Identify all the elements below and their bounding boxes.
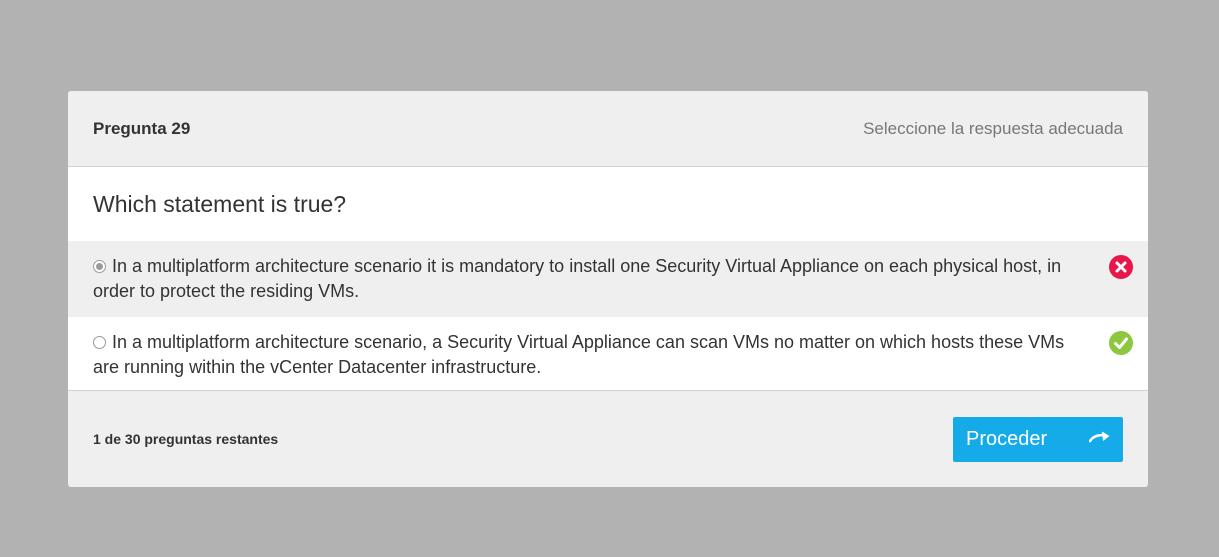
answer-option-1[interactable]: In a multiplatform architecture scenario…: [68, 241, 1148, 317]
arrow-right-icon: [1088, 428, 1111, 451]
question-text: Which statement is true?: [93, 190, 347, 217]
question-header: Pregunta 29 Seleccione la respuesta adec…: [68, 91, 1148, 167]
check-circle-icon: [1109, 331, 1133, 355]
radio-button-selected[interactable]: [93, 260, 106, 273]
question-card: Pregunta 29 Seleccione la respuesta adec…: [68, 91, 1148, 487]
proceed-button[interactable]: Proceder: [953, 416, 1123, 462]
question-number: Pregunta 29: [93, 118, 191, 138]
answer-option-text: In a multiplatform architecture scenario…: [93, 256, 1062, 301]
remaining-questions: 1 de 30 preguntas restantes: [93, 431, 279, 447]
question-footer: 1 de 30 preguntas restantes Proceder: [68, 391, 1148, 487]
proceed-label: Proceder: [966, 427, 1048, 450]
answer-option-text: In a multiplatform architecture scenario…: [93, 332, 1065, 377]
x-circle-icon: [1109, 255, 1133, 279]
answer-option-2[interactable]: In a multiplatform architecture scenario…: [68, 317, 1148, 391]
radio-button[interactable]: [93, 336, 106, 349]
question-instruction: Seleccione la respuesta adecuada: [863, 118, 1123, 138]
